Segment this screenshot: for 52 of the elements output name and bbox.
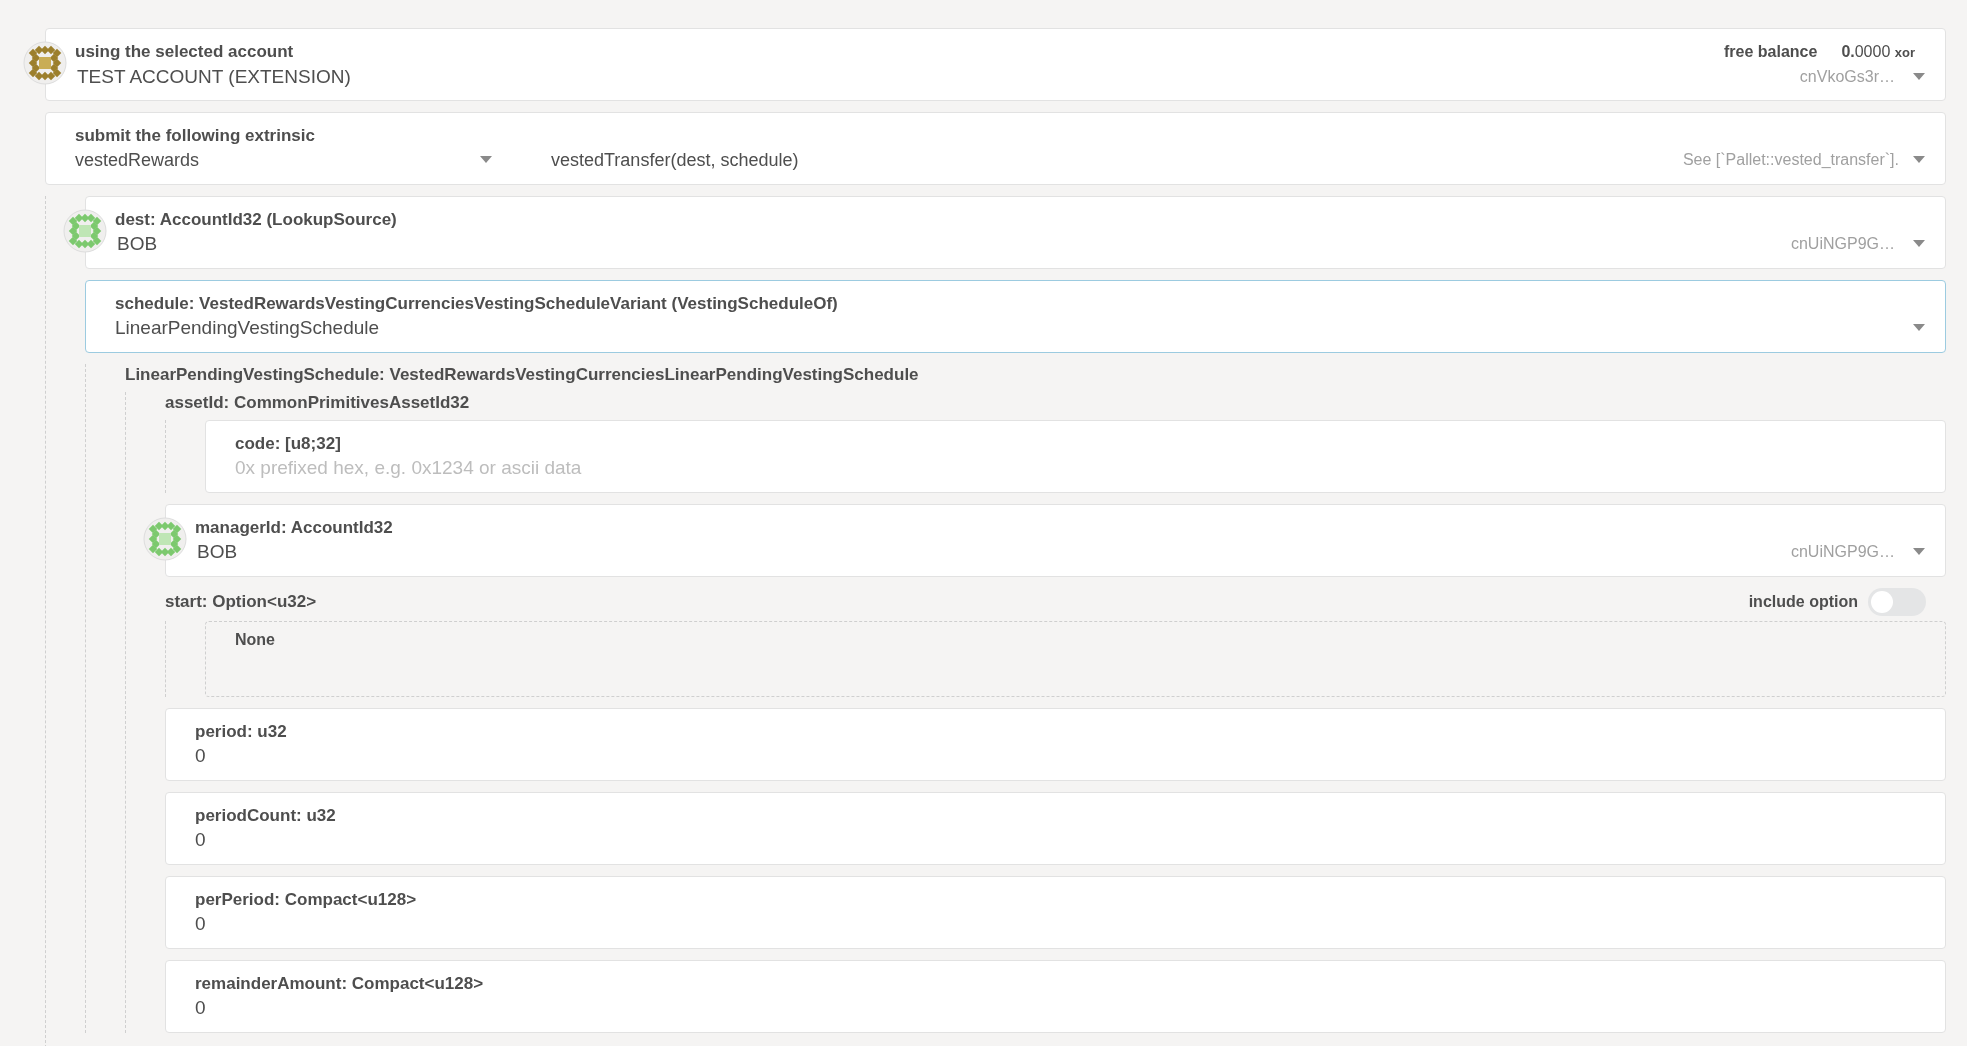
field-value: 0 <box>195 743 207 768</box>
identicon-icon <box>63 209 107 253</box>
caret-icon <box>1913 73 1925 80</box>
call-name: vestedTransfer(dest, schedule) <box>551 148 799 172</box>
input-card[interactable]: remainderAmount: Compact<u128> 0 <box>165 960 1946 1033</box>
account-name: BOB <box>196 539 238 564</box>
field-label: perPeriod: Compact<u128> <box>195 888 418 911</box>
field-value: 0 <box>195 827 207 852</box>
struct-label: assetId: CommonPrimitivesAssetId32 <box>165 392 471 414</box>
balance-value: 0.0000 xor <box>1841 41 1915 62</box>
call-description: See [`Pallet::vested_transfer`]. <box>1682 149 1899 170</box>
account-address: cnUiNGP9G… <box>1790 541 1895 562</box>
field-value: 0 <box>195 995 207 1020</box>
field-label: code: [u8;32] <box>235 432 342 455</box>
focused-input-card[interactable]: schedule: VestedRewardsVestingCurrenciesVestingScheduleVariant (VestingScheduleOf) LinearPendingVestingSchedule <box>85 280 1946 353</box>
identicon-icon <box>23 41 67 85</box>
field-label: schedule: VestedRewardsVestingCurrenciesVestingScheduleVariant (VestingScheduleOf) <box>115 292 839 315</box>
identicon-icon <box>143 517 187 561</box>
variant-value: LinearPendingVestingSchedule <box>115 315 380 340</box>
field-placeholder: 0x prefixed hex, e.g. 0x1234 or ascii data <box>235 455 583 480</box>
caret-icon <box>1913 240 1925 247</box>
input-card[interactable]: code: [u8;32] 0x prefixed hex, e.g. 0x1234 or ascii data <box>205 420 1946 493</box>
field-label: period: u32 <box>195 720 288 743</box>
field-label: start: Option<u32> <box>165 591 317 613</box>
input-card[interactable]: dest: AccountId32 (LookupSource) BOB cnUiNGP9G… <box>85 196 1946 269</box>
caret-icon <box>1913 156 1925 163</box>
field-label: submit the following extrinsic <box>75 124 316 147</box>
caret-icon <box>1913 324 1925 331</box>
struct-label: LinearPendingVestingSchedule: VestedRewardsVestingCurrenciesLinearPendingVestingSchedule <box>125 364 920 386</box>
toggle-label: include option <box>1748 592 1858 612</box>
account-name: BOB <box>116 231 158 256</box>
input-card[interactable]: perPeriod: Compact<u128> 0 <box>165 876 1946 949</box>
field-label: periodCount: u32 <box>195 804 337 827</box>
field-label: managerId: AccountId32 <box>195 516 394 539</box>
account-address: cnUiNGP9G… <box>1790 233 1895 254</box>
field-value: 0 <box>195 911 207 936</box>
input-card[interactable]: periodCount: u32 0 <box>165 792 1946 865</box>
pallet-name: vestedRewards <box>75 148 200 172</box>
account-address: cnVkoGs3r… <box>1799 66 1895 87</box>
input-card[interactable]: period: u32 0 <box>165 708 1946 781</box>
toggle-switch[interactable] <box>1868 588 1926 616</box>
balance-label: free balance <box>1724 41 1818 62</box>
caret-icon <box>1913 548 1925 555</box>
field-label: remainderAmount: Compact<u128> <box>195 972 485 995</box>
field-label: using the selected account <box>75 40 294 63</box>
account-name: TEST ACCOUNT (EXTENSION) <box>76 64 351 89</box>
input-card[interactable]: submit the following extrinsic vestedRewards vestedTransfer(dest, schedule) See [`Pallet::vested_transfer`]. <box>45 112 1946 185</box>
input-card[interactable]: using the selected account free balance 0.0000 xor TEST ACCOUNT (EXTENSION) cnVkoGs3r… <box>45 28 1946 101</box>
none-label: None <box>235 630 276 650</box>
caret-icon <box>480 156 492 163</box>
field-label: dest: AccountId32 (LookupSource) <box>115 208 398 231</box>
input-card[interactable]: managerId: AccountId32 BOB cnUiNGP9G… <box>165 504 1946 577</box>
